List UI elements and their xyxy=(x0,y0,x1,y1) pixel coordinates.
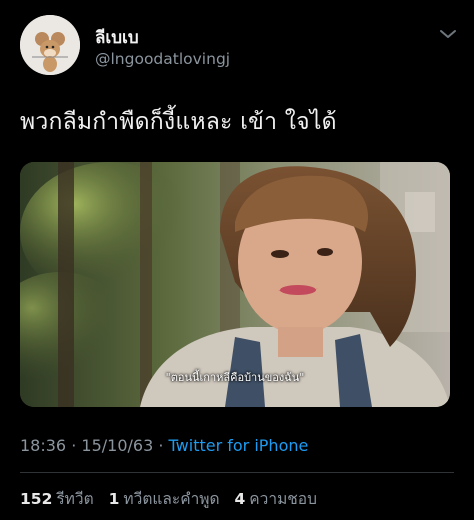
divider xyxy=(20,472,454,473)
tweet-date[interactable]: 15/10/63 xyxy=(81,436,153,455)
author-handle[interactable]: @lngoodatlovingj xyxy=(95,50,230,68)
quotes-count: 1 xyxy=(108,490,120,508)
retweets-label: รีทวีต xyxy=(56,490,94,508)
author-display-name[interactable]: ลีเบเบ xyxy=(95,24,139,51)
quotes-label: ทวีตและคำพูด xyxy=(123,490,220,508)
tweet-media-image[interactable]: "ตอนนี้เกาหลีคือบ้านของฉัน" xyxy=(20,162,450,407)
video-subtitle: "ตอนนี้เกาหลีคือบ้านของฉัน" xyxy=(165,371,305,384)
chevron-down-icon[interactable] xyxy=(438,27,458,41)
tweet-text: พวกลีมกำพืดก็งี้แหละ เข้า ใจได้ xyxy=(20,109,337,135)
meta-separator: · xyxy=(71,436,77,455)
likes-label: ความชอบ xyxy=(249,490,317,508)
jerry-mouse-icon xyxy=(20,15,80,75)
tweet-source-link[interactable]: Twitter for iPhone xyxy=(169,436,309,455)
quotes-stat[interactable]: 1 ทวีตและคำพูด xyxy=(109,490,220,508)
retweets-stat[interactable]: 152 รีทวีต xyxy=(20,490,94,508)
tweet-time[interactable]: 18:36 xyxy=(20,436,66,455)
retweets-count: 152 xyxy=(20,490,53,508)
likes-count: 4 xyxy=(234,490,246,508)
meta-separator-2: · xyxy=(158,436,164,455)
avatar[interactable] xyxy=(20,15,80,75)
likes-stat[interactable]: 4 ความชอบ xyxy=(235,490,317,508)
tweet-meta: 18:36 · 15/10/63 · Twitter for iPhone xyxy=(20,436,308,455)
tweet-stats: 152 รีทวีต 1 ทวีตและคำพูด 4 ความชอบ xyxy=(20,486,327,511)
